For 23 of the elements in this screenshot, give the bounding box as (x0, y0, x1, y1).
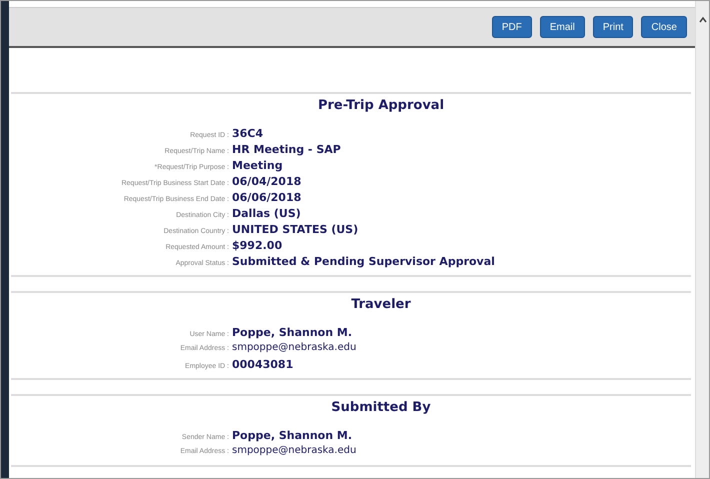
field-value: Meeting (232, 159, 283, 172)
field-value: Poppe, Shannon M. (232, 429, 352, 442)
section-title: Traveler (350, 297, 412, 312)
field-value: 06/04/2018 (232, 175, 302, 188)
scrollbar[interactable] (695, 1, 709, 478)
section-title: Submitted By (330, 400, 432, 415)
field-value: Dallas (US) (232, 207, 301, 220)
section-title: Pre-Trip Approval (316, 98, 446, 113)
toolbar-button[interactable]: Close (641, 16, 687, 38)
field-value: 00043081 (232, 358, 294, 371)
toolbar-button[interactable]: Print (592, 16, 634, 38)
field-value: $992.00 (232, 239, 282, 252)
field-value: 36C4 (232, 127, 264, 140)
field-value: Submitted & Pending Supervisor Approval (232, 255, 495, 268)
scroll-up-icon[interactable] (698, 15, 708, 25)
field-value: smpoppe@nebraska.edu (232, 445, 356, 456)
field-value: HR Meeting - SAP (232, 143, 341, 156)
field-value: smpoppe@nebraska.edu (232, 342, 356, 353)
toolbar-button[interactable]: Email (540, 16, 585, 38)
field-value: 06/06/2018 (232, 191, 302, 204)
field-value: UNITED STATES (US) (232, 223, 358, 236)
field-value: Poppe, Shannon M. (232, 326, 352, 339)
toolbar-button[interactable]: PDF (492, 16, 532, 38)
